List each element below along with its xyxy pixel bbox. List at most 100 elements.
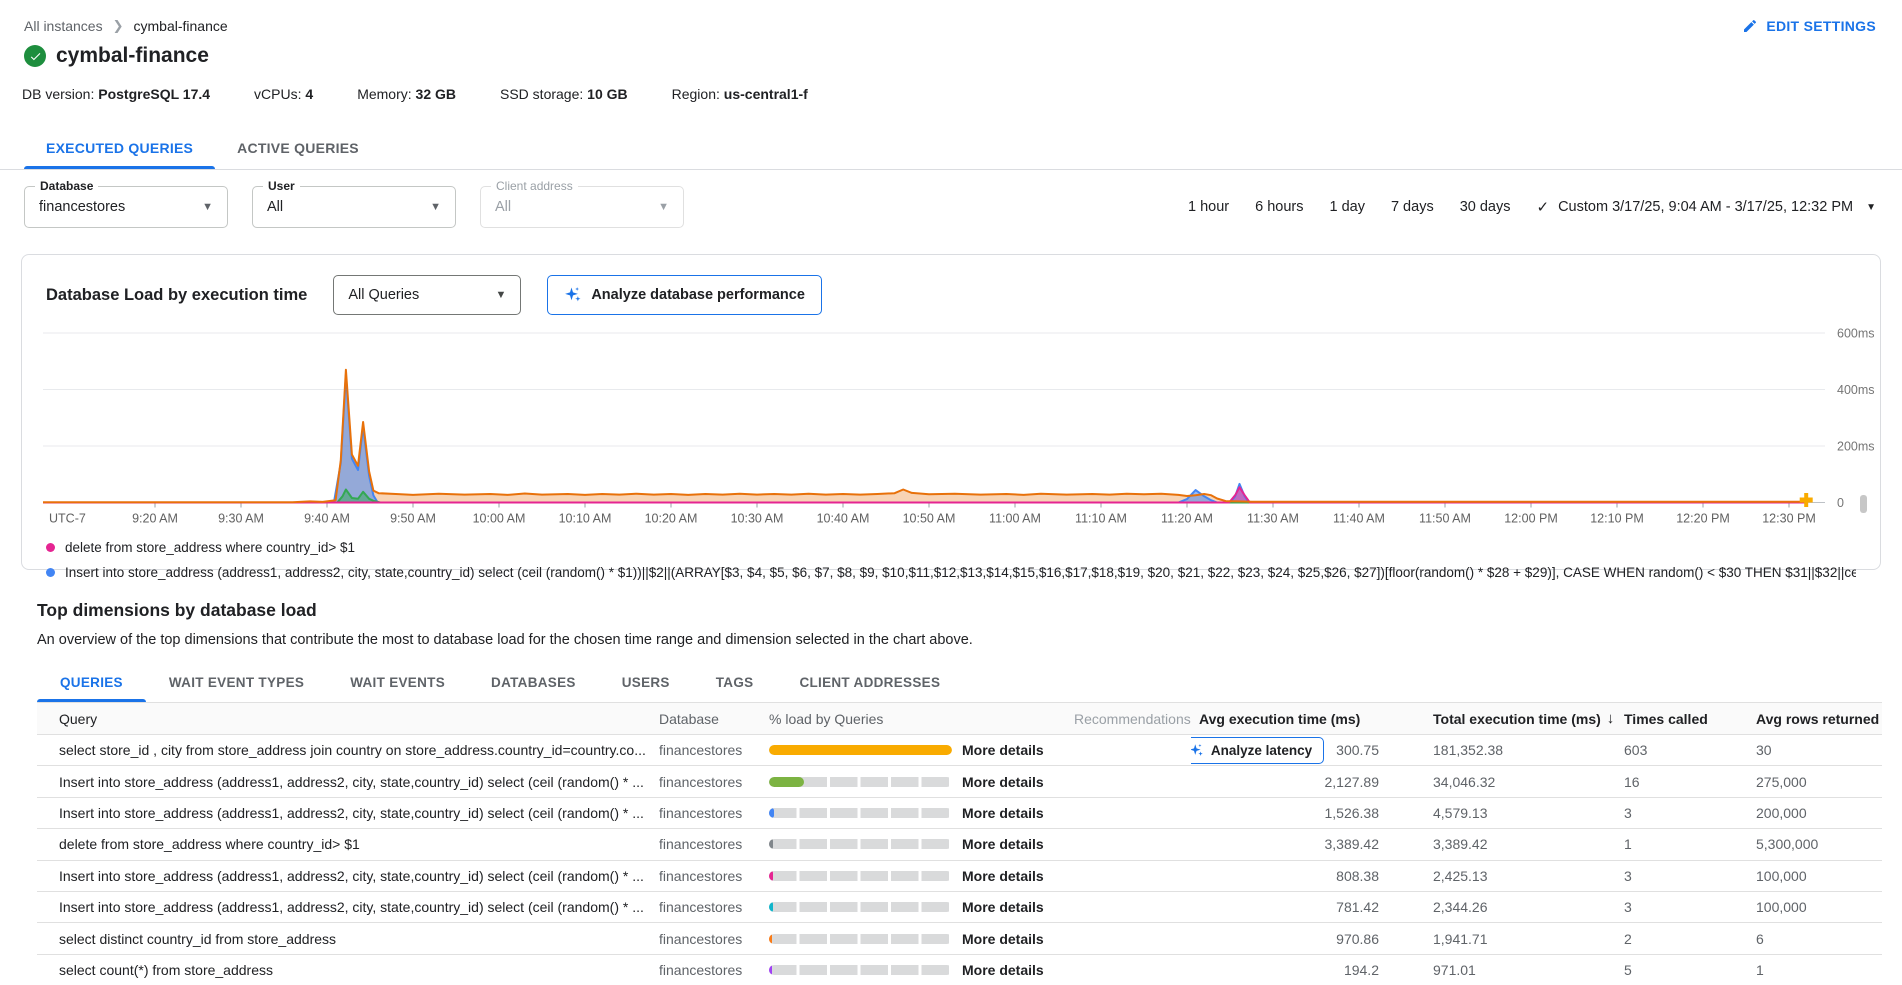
dim-tab-tags[interactable]: TAGS [693, 664, 777, 702]
total-exec-value: 34,046.32 [1423, 774, 1616, 790]
meta-value: 4 [305, 86, 313, 102]
legend-scrollbar[interactable] [1860, 495, 1867, 513]
x-axis-label: 9:40 AM [304, 512, 350, 526]
load-bar [769, 934, 952, 944]
meta-value: 10 GB [587, 86, 627, 102]
dim-tab-wait-event-types[interactable]: WAIT EVENT TYPES [146, 664, 327, 702]
x-axis-label: 9:20 AM [132, 512, 178, 526]
col-times-called[interactable]: Times called [1616, 711, 1748, 727]
meta-label: vCPUs: [254, 86, 305, 102]
avg-exec-value: 781.42 [1336, 899, 1379, 915]
user-select[interactable]: UserAll▼ [252, 186, 456, 228]
more-details-link[interactable]: More details [962, 962, 1044, 978]
chart-legend: delete from store_address where country_… [22, 533, 1880, 585]
x-axis-label: 10:50 AM [903, 512, 956, 526]
avg-exec-cell: 970.86 [1191, 931, 1423, 947]
x-axis-label: 11:10 AM [1075, 512, 1127, 526]
col-avg-rows[interactable]: Avg rows returned [1748, 711, 1882, 727]
avg-exec-cell: 3,389.42 [1191, 836, 1423, 852]
time-range-1-hour[interactable]: 1 hour [1188, 199, 1229, 215]
dim-tab-queries[interactable]: QUERIES [37, 664, 146, 702]
total-exec-value: 3,389.42 [1423, 836, 1616, 852]
more-details-link[interactable]: More details [962, 742, 1044, 758]
dim-tab-client-addresses[interactable]: CLIENT ADDRESSES [776, 664, 963, 702]
filter-label: User [263, 179, 300, 193]
dim-tab-wait-events[interactable]: WAIT EVENTS [327, 664, 468, 702]
chevron-right-icon: ❯ [113, 18, 124, 34]
analyze-latency-button[interactable]: Analyze latency [1191, 737, 1324, 764]
tab-active-queries[interactable]: ACTIVE QUERIES [215, 128, 381, 169]
avg-rows-value: 275,000 [1748, 774, 1882, 790]
database-load-chart[interactable]: 600ms400ms200ms09:20 AM9:30 AM9:40 AM9:5… [22, 321, 1880, 533]
load-bar-fill [769, 871, 773, 881]
load-bar-cell [761, 965, 954, 975]
meta-label: Memory: [357, 86, 415, 102]
more-details-link[interactable]: More details [962, 774, 1044, 790]
analyze-database-performance-label: Analyze database performance [591, 287, 805, 303]
query-text: delete from store_address where country_… [37, 836, 651, 852]
time-range-7-days[interactable]: 7 days [1391, 199, 1434, 215]
title-row: cymbal-finance [0, 34, 1902, 68]
query-text: Insert into store_address (address1, add… [37, 899, 651, 915]
more-details-cell: More details [954, 836, 1066, 852]
y-axis-label: 600ms [1837, 327, 1875, 341]
meta-db-version: DB version: PostgreSQL 17.4 [22, 86, 210, 102]
more-details-cell: More details [954, 899, 1066, 915]
time-range-custom[interactable]: ✓Custom 3/17/25, 9:04 AM - 3/17/25, 12:3… [1537, 198, 1877, 216]
database-select[interactable]: Databasefinancestores▼ [24, 186, 228, 228]
more-details-cell: More details [954, 774, 1066, 790]
more-details-link[interactable]: More details [962, 931, 1044, 947]
database-value: financestores [651, 931, 761, 947]
legend-item: Insert into store_address (address1, add… [46, 560, 1856, 585]
times-called-value: 3 [1616, 899, 1748, 915]
query-filter-select[interactable]: All Queries ▼ [333, 275, 521, 315]
avg-exec-value: 2,127.89 [1325, 774, 1380, 790]
load-bar-fill [769, 965, 772, 975]
load-bar-fill [769, 902, 773, 912]
legend-label: Insert into store_address (address1, add… [65, 565, 1856, 580]
database-value: financestores [651, 805, 761, 821]
edit-settings-button[interactable]: EDIT SETTINGS [1742, 18, 1876, 34]
time-range-1-day[interactable]: 1 day [1329, 199, 1364, 215]
database-load-card: Database Load by execution time All Quer… [21, 254, 1881, 570]
query-text: Insert into store_address (address1, add… [37, 868, 651, 884]
dimension-tab-bar: QUERIESWAIT EVENT TYPESWAIT EVENTSDATABA… [0, 664, 1902, 702]
series-end-marker [1800, 493, 1813, 507]
more-details-link[interactable]: More details [962, 836, 1044, 852]
chart-title: Database Load by execution time [46, 286, 307, 305]
times-called-value: 5 [1616, 962, 1748, 978]
more-details-link[interactable]: More details [962, 805, 1044, 821]
x-axis-label: 11:20 AM [1161, 512, 1213, 526]
more-details-cell: More details [954, 962, 1066, 978]
meta-value: us-central1-f [724, 86, 808, 102]
page-title: cymbal-finance [56, 44, 209, 68]
load-bar [769, 871, 952, 881]
analyze-database-performance-button[interactable]: Analyze database performance [547, 275, 822, 315]
dim-tab-users[interactable]: USERS [599, 664, 693, 702]
meta-vcpus: vCPUs: 4 [254, 86, 313, 102]
top-bar: All instances ❯ cymbal-finance EDIT SETT… [0, 0, 1902, 34]
avg-rows-value: 1 [1748, 962, 1882, 978]
col-total-exec[interactable]: Total execution time (ms) ↓ [1423, 710, 1616, 727]
gemini-spark-icon [1191, 743, 1204, 758]
load-bar [769, 808, 952, 818]
col-recommendations: Recommendations [1066, 711, 1191, 727]
status-ok-icon [24, 45, 46, 67]
more-details-link[interactable]: More details [962, 868, 1044, 884]
filter-value: All [267, 199, 283, 215]
breadcrumb-current: cymbal-finance [134, 18, 228, 34]
load-bar-cell [761, 934, 954, 944]
meta-label: DB version: [22, 86, 98, 102]
dim-tab-databases[interactable]: DATABASES [468, 664, 599, 702]
col-avg-exec[interactable]: Avg execution time (ms) [1191, 711, 1423, 727]
tab-executed-queries[interactable]: EXECUTED QUERIES [24, 128, 215, 169]
query-text: Insert into store_address (address1, add… [37, 805, 651, 821]
analyze-latency-label: Analyze latency [1211, 743, 1312, 758]
time-range-6-hours[interactable]: 6 hours [1255, 199, 1303, 215]
pencil-icon [1742, 18, 1758, 34]
avg-exec-cell: 194.2 [1191, 962, 1423, 978]
utc-offset-label: UTC-7 [49, 512, 86, 526]
breadcrumb-all-instances[interactable]: All instances [24, 18, 103, 34]
more-details-link[interactable]: More details [962, 899, 1044, 915]
time-range-30-days[interactable]: 30 days [1460, 199, 1511, 215]
